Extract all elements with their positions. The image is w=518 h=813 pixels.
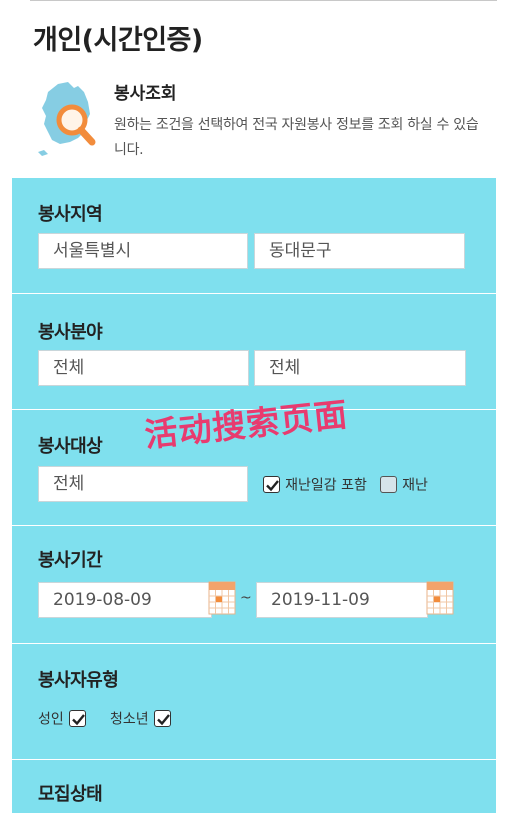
top-divider [30, 0, 497, 1]
intro-description: 원하는 조건을 선택하여 전국 자원봉사 정보를 조회 하실 수 있습니다. [114, 117, 479, 158]
korea-map-search-icon [38, 82, 96, 156]
target-options: 재난일감 포함 재난 [263, 474, 428, 495]
period-end-input[interactable]: 2019-11-09 [256, 582, 428, 618]
calendar-icon[interactable] [426, 580, 454, 616]
adult-label: 성인 [38, 711, 64, 728]
region-city-select[interactable]: 서울특별시 [38, 233, 248, 269]
adult-checkbox[interactable] [68, 710, 86, 727]
region-label: 봉사지역 [38, 204, 103, 225]
youth-checkbox[interactable] [153, 710, 171, 727]
field-section: 봉사분야 전체 전체 [12, 293, 496, 410]
recruit-section: 모집상태 [12, 759, 496, 813]
field-category1-select[interactable]: 전체 [38, 350, 249, 386]
target-label: 봉사대상 [38, 436, 103, 457]
type-options: 성인 청소년 [38, 708, 171, 729]
type-section: 봉사자유형 성인 청소년 [12, 643, 496, 760]
youth-label: 청소년 [110, 711, 149, 728]
disaster-include-checkbox[interactable] [263, 476, 280, 493]
period-start-input[interactable]: 2019-08-09 [38, 582, 212, 618]
target-select[interactable]: 전체 [38, 466, 248, 502]
region-section: 봉사지역 서울특별시 동대문구 [12, 177, 496, 294]
disaster-checkbox[interactable] [380, 476, 398, 493]
field-category2-select[interactable]: 전체 [254, 350, 466, 386]
type-label: 봉사자유형 [38, 670, 119, 691]
intro-title: 봉사조회 [114, 84, 177, 104]
period-label: 봉사기간 [38, 550, 103, 571]
page-title: 개인(시간인증) [33, 25, 203, 56]
field-label: 봉사분야 [38, 322, 103, 343]
recruit-label: 모집상태 [38, 784, 103, 805]
disaster-include-label: 재난일감 포함 [285, 477, 367, 494]
calendar-icon[interactable] [208, 580, 236, 616]
period-section: 봉사기간 2019-08-09 ~ 2019-11-09 [12, 525, 496, 644]
disaster-label: 재난 [402, 477, 428, 494]
period-separator: ~ [240, 590, 252, 606]
region-district-select[interactable]: 동대문구 [254, 233, 465, 269]
